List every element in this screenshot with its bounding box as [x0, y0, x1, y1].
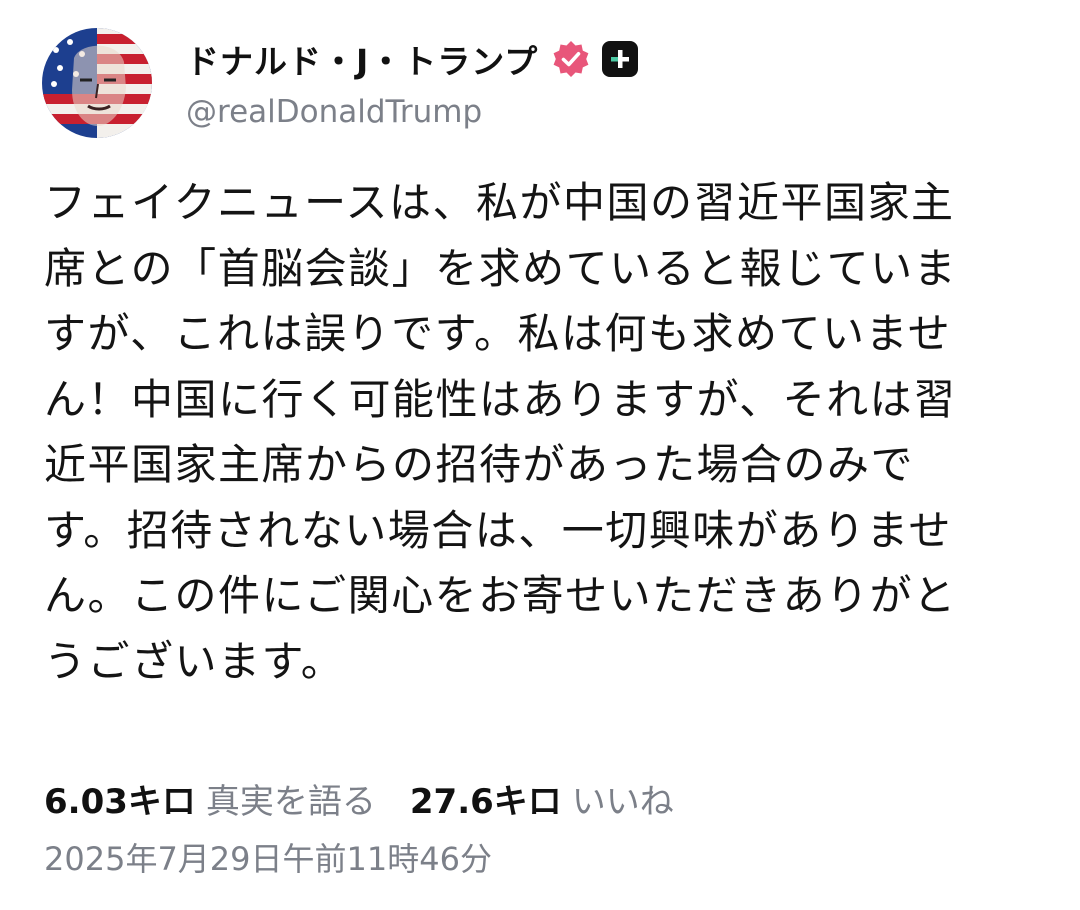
author-handle[interactable]: @realDonaldTrump	[186, 94, 482, 130]
flag-portrait-avatar-image	[42, 28, 152, 138]
post-body-line: ん。この件にご関心をお寄せいただきありがと	[44, 571, 957, 620]
post-body: フェイクニュースは、私が中国の習近平国家主 席との「首脳会談」を求めていると報じ…	[44, 170, 1044, 694]
retruths-count: 6.03キロ	[44, 782, 196, 822]
post-stats: 6.03キロ 真実を語る 27.6キロ いいね	[44, 774, 674, 823]
post-body-line: 席との「首脳会談」を求めていると報じていま	[44, 243, 958, 293]
avatar[interactable]	[42, 28, 152, 138]
likes-label: いいね	[571, 782, 674, 822]
verified-badge-icon	[552, 40, 590, 78]
retruths-label: 真実を語る	[205, 782, 376, 822]
post-body-line: すが、これは誤りです。私は何も求めていませ	[44, 309, 952, 358]
likes-count: 27.6キロ	[409, 782, 562, 822]
author-name-row: ドナルド・J・トランプ	[186, 35, 639, 83]
post-body-line: ん！中国に行く可能性はありますが、それは習	[44, 374, 957, 424]
post-body-line: うございます。	[44, 636, 345, 686]
post-card: ドナルド・J・トランプ @realDonaldTrump フェイクニュースは、私…	[0, 0, 1080, 910]
post-body-line: す。招待されない場合は、一切興味がありませ	[44, 505, 953, 555]
post-body-line: フェイクニュースは、私が中国の習近平国家主	[44, 178, 955, 227]
likes-stat[interactable]: 27.6キロ いいね	[410, 774, 674, 823]
post-timestamp: 2025年7月29日午前11時46分	[44, 840, 492, 878]
plus-badge-icon[interactable]	[602, 41, 639, 77]
author-display-name[interactable]: ドナルド・J・トランプ	[186, 35, 538, 83]
post-body-line: 近平国家主席からの招待があった場合のみで	[44, 440, 915, 489]
retruths-stat[interactable]: 6.03キロ 真実を語る	[44, 774, 376, 823]
